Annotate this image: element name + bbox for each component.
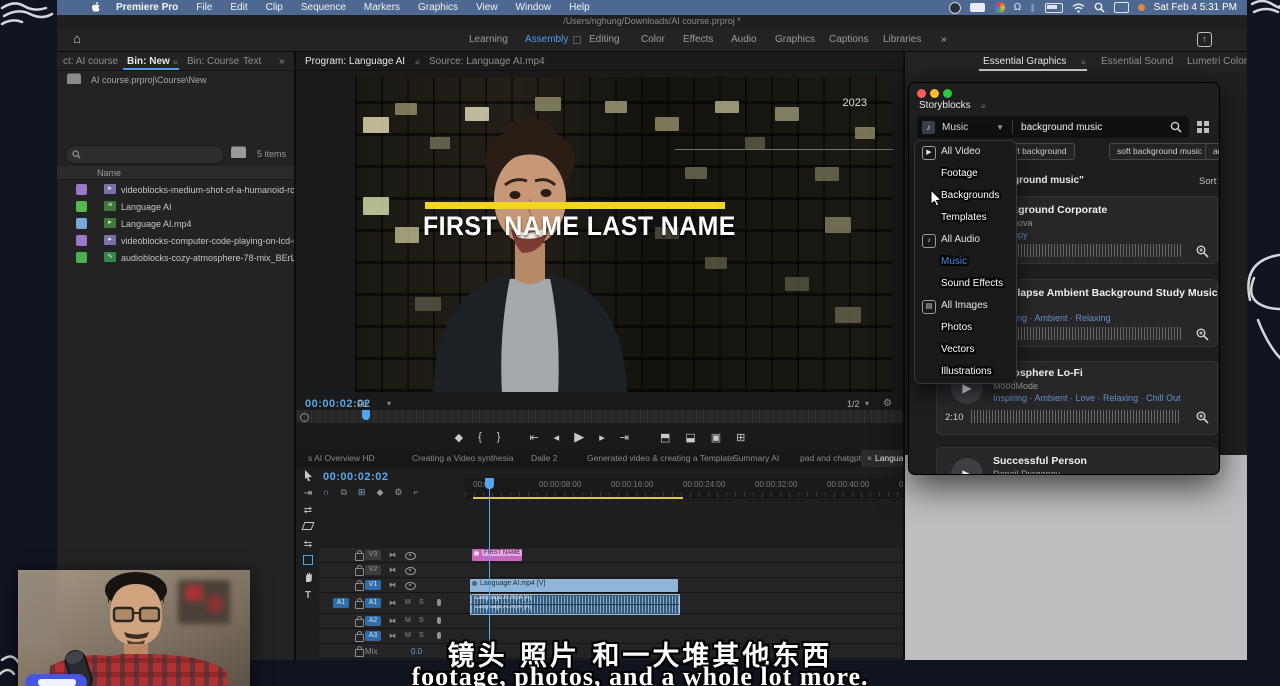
storyblocks-search-bar[interactable]: ♪ Music ▼ background music [917, 116, 1189, 138]
track-title[interactable]: Successful Person [993, 455, 1087, 467]
storyblocks-panel-tab[interactable]: Storyblocks [919, 100, 971, 111]
dropdown-item-footage[interactable]: Footage [915, 163, 1220, 185]
suggestion-chip[interactable]: soft background music [1109, 143, 1210, 160]
grid-view-icon[interactable] [1197, 121, 1210, 134]
category-select[interactable]: Music [942, 122, 968, 133]
dropdown-item-all-video[interactable]: ▶All Video [915, 141, 1016, 163]
suggestion-chip[interactable]: an [1205, 143, 1220, 160]
image-category-icon: ▤ [922, 300, 936, 314]
timeline-playhead[interactable] [489, 478, 490, 658]
track-artist[interactable]: Danail Draganov [993, 469, 1060, 475]
dropdown-item-sound-effects[interactable]: Sound Effects [915, 273, 1220, 295]
dropdown-item-music[interactable]: Music✓ [915, 251, 1220, 273]
audio-result-card[interactable]: ▶ Successful Person Danail Draganov [936, 447, 1218, 475]
screen-capture-frame: Premiere Pro File Edit Clip Sequence Mar… [0, 0, 1280, 686]
chevron-down-icon: ▼ [996, 123, 1004, 132]
search-icon[interactable] [1170, 121, 1182, 133]
track-duration: 2:10 [945, 412, 964, 423]
waveform[interactable] [971, 410, 1181, 423]
video-category-icon: ▶ [922, 146, 936, 160]
storyblocks-panel-menu-icon[interactable]: ≡ [981, 102, 986, 111]
subtitle-english: footage, photos, and a whole lot more. [0, 662, 1280, 686]
doodle-top-right [1252, 1, 1280, 12]
doodle-right-spiral [1248, 255, 1280, 360]
doodle-top-left [2, 3, 52, 24]
audio-category-icon: ♪ [922, 234, 936, 248]
window-minimize-button[interactable] [930, 89, 939, 98]
dropdown-item-illustrations[interactable]: Illustrations [915, 361, 1220, 383]
timeline-playhead-head[interactable] [485, 478, 494, 489]
storyblocks-window: Storyblocks ≡ ♪ Music ▼ background music… [908, 82, 1220, 475]
play-button[interactable]: ▶ [951, 458, 983, 475]
dropdown-item-backgrounds[interactable]: Backgrounds [915, 185, 1220, 207]
dropdown-item-templates[interactable]: Templates [915, 207, 1220, 229]
zoom-in-icon[interactable] [1196, 411, 1209, 424]
window-close-button[interactable] [917, 89, 926, 98]
dropdown-item-photos[interactable]: Photos [915, 317, 1220, 339]
dropdown-item-vectors[interactable]: Vectors [915, 339, 1220, 361]
divider [1012, 120, 1013, 134]
search-query[interactable]: background music [1021, 122, 1102, 133]
dropdown-item-all-images[interactable]: ▤All Images [915, 295, 1016, 317]
window-zoom-button[interactable] [943, 89, 952, 98]
category-dropdown: ▶All Video Footage Backgrounds Templates… [914, 140, 1017, 384]
music-note-icon: ♪ [922, 121, 935, 134]
mouse-cursor-icon [930, 190, 942, 206]
dropdown-item-all-audio[interactable]: ♪All Audio [915, 229, 1016, 251]
track-tags[interactable]: Inspiring · Ambient · Love · Relaxing · … [993, 393, 1181, 403]
